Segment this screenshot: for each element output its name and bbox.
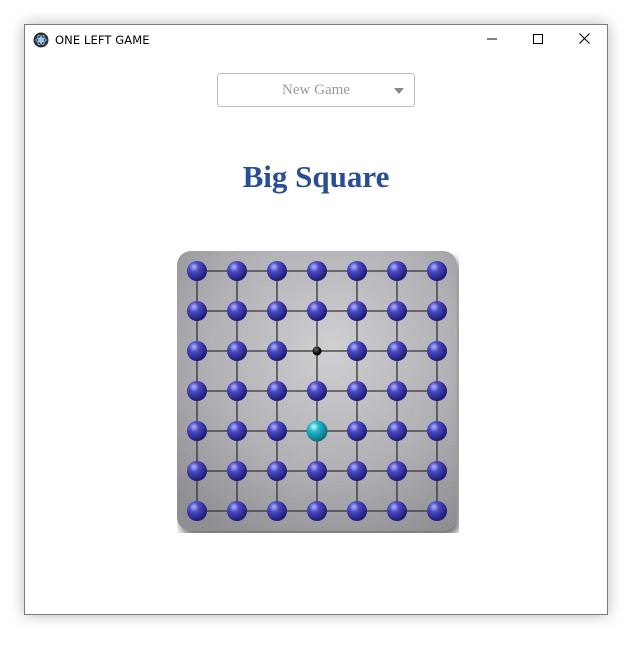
peg[interactable] xyxy=(187,461,207,481)
peg[interactable] xyxy=(267,301,287,321)
peg[interactable] xyxy=(187,261,207,281)
peg[interactable] xyxy=(267,341,287,361)
peg[interactable] xyxy=(347,501,367,521)
peg[interactable] xyxy=(387,341,407,361)
peg[interactable] xyxy=(227,261,247,281)
peg[interactable] xyxy=(427,261,447,281)
peg[interactable] xyxy=(347,341,367,361)
title-bar[interactable]: ONE LEFT GAME xyxy=(25,25,607,55)
close-icon xyxy=(578,31,590,49)
peg[interactable] xyxy=(387,461,407,481)
peg[interactable] xyxy=(267,421,287,441)
peg[interactable] xyxy=(187,301,207,321)
peg[interactable] xyxy=(427,421,447,441)
window-title: ONE LEFT GAME xyxy=(55,33,150,47)
peg[interactable] xyxy=(347,301,367,321)
peg[interactable] xyxy=(387,301,407,321)
peg[interactable] xyxy=(227,381,247,401)
peg[interactable] xyxy=(187,421,207,441)
peg[interactable] xyxy=(187,501,207,521)
selected-peg[interactable] xyxy=(306,420,328,442)
maximize-button[interactable] xyxy=(515,25,561,55)
peg[interactable] xyxy=(307,301,327,321)
game-board xyxy=(177,251,459,533)
game-title: Big Square xyxy=(242,159,390,194)
peg[interactable] xyxy=(267,261,287,281)
peg[interactable] xyxy=(347,381,367,401)
app-logo-icon xyxy=(33,32,49,48)
peg[interactable] xyxy=(307,261,327,281)
peg[interactable] xyxy=(227,461,247,481)
peg[interactable] xyxy=(227,301,247,321)
peg[interactable] xyxy=(427,301,447,321)
peg[interactable] xyxy=(227,341,247,361)
empty-hole[interactable] xyxy=(312,346,322,356)
peg[interactable] xyxy=(347,461,367,481)
board-canvas xyxy=(177,251,457,531)
peg[interactable] xyxy=(227,501,247,521)
peg[interactable] xyxy=(387,261,407,281)
game-select[interactable]: New Game xyxy=(217,73,415,107)
peg[interactable] xyxy=(387,501,407,521)
peg[interactable] xyxy=(387,381,407,401)
peg[interactable] xyxy=(307,381,327,401)
peg[interactable] xyxy=(187,341,207,361)
peg[interactable] xyxy=(347,261,367,281)
game-select-value: New Game xyxy=(282,81,350,98)
close-button[interactable] xyxy=(561,25,607,55)
peg[interactable] xyxy=(267,381,287,401)
maximize-icon xyxy=(533,31,543,49)
peg[interactable] xyxy=(227,421,247,441)
peg[interactable] xyxy=(307,501,327,521)
peg[interactable] xyxy=(427,341,447,361)
minimize-icon xyxy=(487,31,497,49)
peg[interactable] xyxy=(347,421,367,441)
peg[interactable] xyxy=(427,501,447,521)
peg[interactable] xyxy=(187,381,207,401)
app-window: ONE LEFT GAME New Game Big Square xyxy=(24,24,608,615)
peg[interactable] xyxy=(427,461,447,481)
peg[interactable] xyxy=(307,461,327,481)
window-controls xyxy=(469,25,607,55)
peg[interactable] xyxy=(387,421,407,441)
chevron-down-icon xyxy=(394,88,404,94)
peg[interactable] xyxy=(267,461,287,481)
minimize-button[interactable] xyxy=(469,25,515,55)
peg[interactable] xyxy=(427,381,447,401)
peg[interactable] xyxy=(267,501,287,521)
